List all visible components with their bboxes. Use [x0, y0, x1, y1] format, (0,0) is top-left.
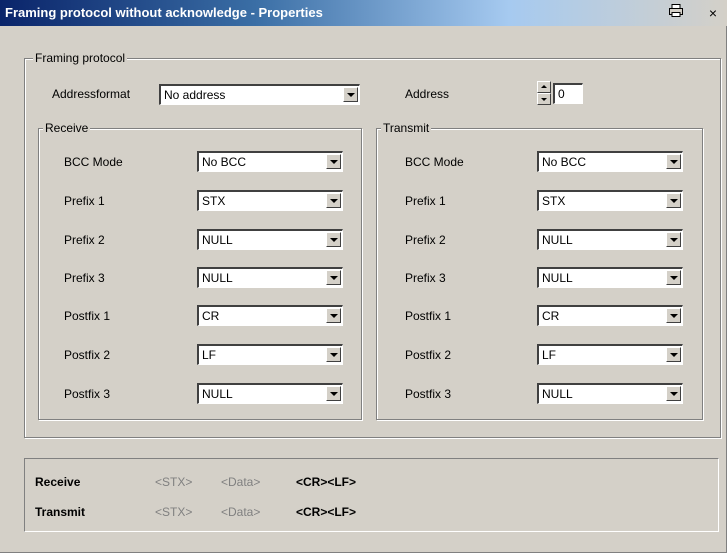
transmit-postfix-3-label: Postfix 3 — [405, 387, 452, 401]
transmit-postfix-1-label: Postfix 1 — [405, 309, 452, 323]
transmit-prefix-2-combo[interactable]: NULL — [537, 229, 683, 250]
chevron-down-icon[interactable] — [666, 270, 681, 285]
transmit-bcc-mode-label: BCC Mode — [405, 155, 464, 169]
receive-prefix-3-combo[interactable]: NULL — [197, 267, 343, 288]
receive-postfix-2-value: LF — [202, 348, 217, 362]
chevron-down-icon[interactable] — [666, 232, 681, 247]
chevron-down-icon[interactable] — [666, 386, 681, 401]
address-input[interactable]: 0 — [553, 83, 583, 104]
chevron-down-icon[interactable] — [326, 347, 341, 362]
receive-postfix-1-combo[interactable]: CR — [197, 305, 343, 326]
receive-postfix-3-label: Postfix 3 — [64, 387, 111, 401]
receive-prefix-1-value: STX — [202, 194, 226, 208]
chevron-down-icon[interactable] — [326, 193, 341, 208]
address-label: Address — [405, 87, 450, 101]
transmit-prefix-3-value: NULL — [542, 271, 573, 285]
receive-prefix-1-label: Prefix 1 — [64, 194, 105, 208]
framing-protocol-legend: Framing protocol — [33, 51, 128, 65]
address-format-combo[interactable]: No address — [159, 84, 360, 105]
preview-receive-label: Receive — [35, 475, 81, 489]
transmit-prefix-2-value: NULL — [542, 233, 573, 247]
chevron-down-icon[interactable] — [666, 347, 681, 362]
transmit-prefix-1-combo[interactable]: STX — [537, 190, 683, 211]
chevron-down-icon[interactable] — [326, 154, 341, 169]
transmit-bcc-mode-combo[interactable]: No BCC — [537, 151, 683, 172]
transmit-bcc-mode-value: No BCC — [542, 155, 587, 169]
chevron-down-icon[interactable] — [343, 87, 358, 102]
address-format-label: Addressformat — [52, 87, 131, 101]
transmit-postfix-2-label: Postfix 2 — [405, 348, 452, 362]
receive-postfix-3-value: NULL — [202, 387, 233, 401]
chevron-down-icon[interactable] — [666, 154, 681, 169]
chevron-down-icon[interactable] — [326, 308, 341, 323]
window-title: Framing protocol without acknowledge - P… — [5, 5, 323, 20]
printer-icon[interactable] — [666, 4, 686, 22]
receive-postfix-1-label: Postfix 1 — [64, 309, 111, 323]
transmit-prefix-3-label: Prefix 3 — [405, 271, 446, 285]
receive-prefix-1-combo[interactable]: STX — [197, 190, 343, 211]
transmit-prefix-3-combo[interactable]: NULL — [537, 267, 683, 288]
receive-prefix-3-value: NULL — [202, 271, 233, 285]
properties-dialog: Framing protocol without acknowledge - P… — [0, 0, 727, 553]
transmit-prefix-1-label: Prefix 1 — [405, 194, 446, 208]
preview-transmit-prefix: <STX> — [155, 505, 193, 519]
address-spinner[interactable] — [537, 81, 551, 105]
receive-prefix-2-value: NULL — [202, 233, 233, 247]
chevron-down-icon[interactable] — [326, 386, 341, 401]
chevron-down-icon[interactable] — [326, 270, 341, 285]
receive-postfix-3-combo[interactable]: NULL — [197, 383, 343, 404]
receive-prefix-2-label: Prefix 2 — [64, 233, 105, 247]
receive-bcc-mode-value: No BCC — [202, 155, 247, 169]
transmit-postfix-3-combo[interactable]: NULL — [537, 383, 683, 404]
chevron-down-icon[interactable] — [326, 232, 341, 247]
receive-bcc-mode-combo[interactable]: No BCC — [197, 151, 343, 172]
receive-legend: Receive — [43, 121, 91, 135]
receive-bcc-mode-label: BCC Mode — [64, 155, 123, 169]
transmit-postfix-1-combo[interactable]: CR — [537, 305, 683, 326]
spin-down-icon[interactable] — [537, 93, 551, 105]
preview-receive-data: <Data> — [221, 475, 261, 489]
transmit-legend: Transmit — [381, 121, 432, 135]
receive-prefix-3-label: Prefix 3 — [64, 271, 105, 285]
receive-prefix-2-combo[interactable]: NULL — [197, 229, 343, 250]
preview-transmit-postfix: <CR><LF> — [296, 505, 357, 519]
transmit-postfix-2-combo[interactable]: LF — [537, 344, 683, 365]
frame-preview-panel: Receive <STX> <Data> <CR><LF> Transmit <… — [24, 458, 719, 532]
close-button[interactable]: × — [703, 4, 723, 22]
address-format-value: No address — [164, 88, 226, 102]
chevron-down-icon[interactable] — [666, 308, 681, 323]
title-bar[interactable]: Framing protocol without acknowledge - P… — [0, 0, 727, 26]
preview-transmit-data: <Data> — [221, 505, 261, 519]
preview-transmit-label: Transmit — [35, 505, 86, 519]
preview-receive-postfix: <CR><LF> — [296, 475, 357, 489]
transmit-prefix-1-value: STX — [542, 194, 566, 208]
preview-receive-prefix: <STX> — [155, 475, 193, 489]
receive-postfix-2-combo[interactable]: LF — [197, 344, 343, 365]
transmit-postfix-1-value: CR — [542, 309, 560, 323]
receive-postfix-1-value: CR — [202, 309, 220, 323]
transmit-prefix-2-label: Prefix 2 — [405, 233, 446, 247]
transmit-postfix-2-value: LF — [542, 348, 557, 362]
transmit-postfix-3-value: NULL — [542, 387, 573, 401]
spin-up-icon[interactable] — [537, 81, 551, 93]
receive-postfix-2-label: Postfix 2 — [64, 348, 111, 362]
chevron-down-icon[interactable] — [666, 193, 681, 208]
